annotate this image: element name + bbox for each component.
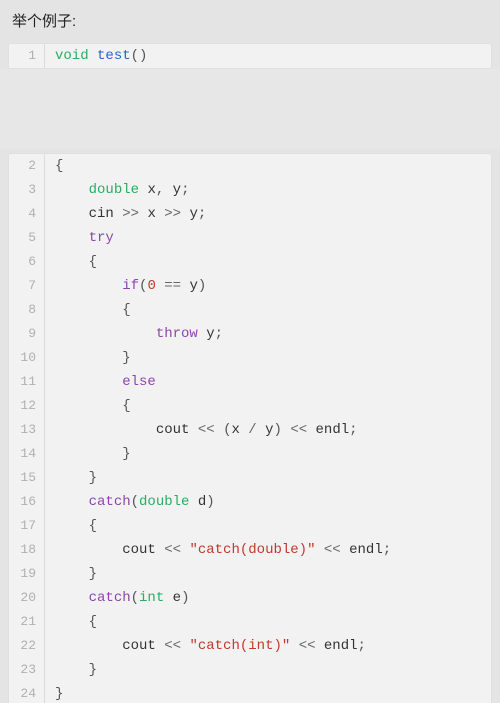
line-number: 11 xyxy=(9,370,45,394)
code-content: { xyxy=(45,298,491,322)
code-content: cout << "catch(double)" << endl; xyxy=(45,538,491,562)
code-content: { xyxy=(45,250,491,274)
line-number: 8 xyxy=(9,298,45,322)
code-line: 17 { xyxy=(9,514,491,538)
code-line: 19 } xyxy=(9,562,491,586)
code-line: 20 catch(int e) xyxy=(9,586,491,610)
line-number: 3 xyxy=(9,178,45,202)
code-content: cin >> x >> y; xyxy=(45,202,491,226)
line-number: 18 xyxy=(9,538,45,562)
code-line: 11 else xyxy=(9,370,491,394)
code-line: 9 throw y; xyxy=(9,322,491,346)
section-heading: 举个例子: xyxy=(0,0,500,39)
code-line: 18 cout << "catch(double)" << endl; xyxy=(9,538,491,562)
code-content: } xyxy=(45,658,491,682)
code-line: 2{ xyxy=(9,154,491,178)
code-line: 7 if(0 == y) xyxy=(9,274,491,298)
code-content: throw y; xyxy=(45,322,491,346)
line-number: 20 xyxy=(9,586,45,610)
line-number: 22 xyxy=(9,634,45,658)
code-line: 10 } xyxy=(9,346,491,370)
line-number: 15 xyxy=(9,466,45,490)
code-content: else xyxy=(45,370,491,394)
line-number: 14 xyxy=(9,442,45,466)
code-content: cout << "catch(int)" << endl; xyxy=(45,634,491,658)
line-number: 5 xyxy=(9,226,45,250)
code-line: 21 { xyxy=(9,610,491,634)
line-number: 19 xyxy=(9,562,45,586)
line-number: 23 xyxy=(9,658,45,682)
code-line: 16 catch(double d) xyxy=(9,490,491,514)
line-number: 21 xyxy=(9,610,45,634)
code-content: { xyxy=(45,154,491,178)
code-content: } xyxy=(45,346,491,370)
code-content: } xyxy=(45,682,491,703)
code-content: if(0 == y) xyxy=(45,274,491,298)
code-content: } xyxy=(45,466,491,490)
code-content: { xyxy=(45,394,491,418)
code-line: 1void test() xyxy=(9,44,491,68)
code-content: } xyxy=(45,442,491,466)
code-block-1: 1void test() xyxy=(8,43,492,69)
code-content: catch(double d) xyxy=(45,490,491,514)
line-number: 4 xyxy=(9,202,45,226)
code-line: 5 try xyxy=(9,226,491,250)
line-number: 12 xyxy=(9,394,45,418)
code-content: { xyxy=(45,514,491,538)
code-line: 24} xyxy=(9,682,491,703)
code-content: { xyxy=(45,610,491,634)
line-number: 13 xyxy=(9,418,45,442)
code-content: } xyxy=(45,562,491,586)
line-number: 24 xyxy=(9,682,45,703)
code-line: 12 { xyxy=(9,394,491,418)
line-number: 7 xyxy=(9,274,45,298)
line-number: 1 xyxy=(9,44,45,68)
code-line: 22 cout << "catch(int)" << endl; xyxy=(9,634,491,658)
code-content: try xyxy=(45,226,491,250)
code-line: 3 double x, y; xyxy=(9,178,491,202)
code-block-2: 2{3 double x, y;4 cin >> x >> y;5 try6 {… xyxy=(8,153,492,703)
code-line: 15 } xyxy=(9,466,491,490)
line-number: 10 xyxy=(9,346,45,370)
code-content: void test() xyxy=(45,44,491,68)
line-number: 16 xyxy=(9,490,45,514)
line-number: 9 xyxy=(9,322,45,346)
code-line: 23 } xyxy=(9,658,491,682)
code-line: 4 cin >> x >> y; xyxy=(9,202,491,226)
line-number: 17 xyxy=(9,514,45,538)
block-gap xyxy=(0,69,500,149)
code-content: double x, y; xyxy=(45,178,491,202)
code-content: cout << (x / y) << endl; xyxy=(45,418,491,442)
code-line: 13 cout << (x / y) << endl; xyxy=(9,418,491,442)
code-content: catch(int e) xyxy=(45,586,491,610)
code-line: 8 { xyxy=(9,298,491,322)
code-line: 14 } xyxy=(9,442,491,466)
line-number: 2 xyxy=(9,154,45,178)
line-number: 6 xyxy=(9,250,45,274)
code-line: 6 { xyxy=(9,250,491,274)
